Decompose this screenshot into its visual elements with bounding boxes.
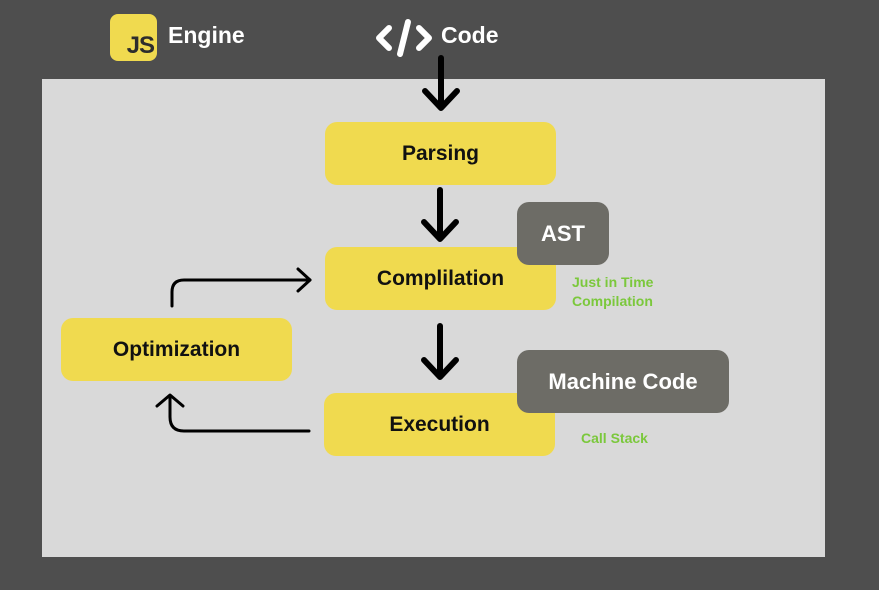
call-stack-note: Call Stack — [581, 430, 648, 446]
ast-output: AST — [517, 202, 609, 265]
arrow-parsing-to-compilation — [421, 187, 459, 242]
jit-note-line1: Just in Time — [572, 274, 654, 290]
arrow-code-to-parsing — [422, 55, 460, 111]
arrow-optimization-to-compilation — [170, 267, 312, 308]
parsing-step: Parsing — [325, 122, 556, 185]
jit-note-line2: Compilation — [572, 293, 653, 309]
arrow-execution-to-optimization — [155, 393, 311, 433]
arrow-compilation-to-execution — [421, 323, 459, 380]
optimization-step: Optimization — [61, 318, 292, 381]
jit-note: Just in Time Compilation — [572, 273, 653, 311]
machine-code-output: Machine Code — [517, 350, 729, 413]
